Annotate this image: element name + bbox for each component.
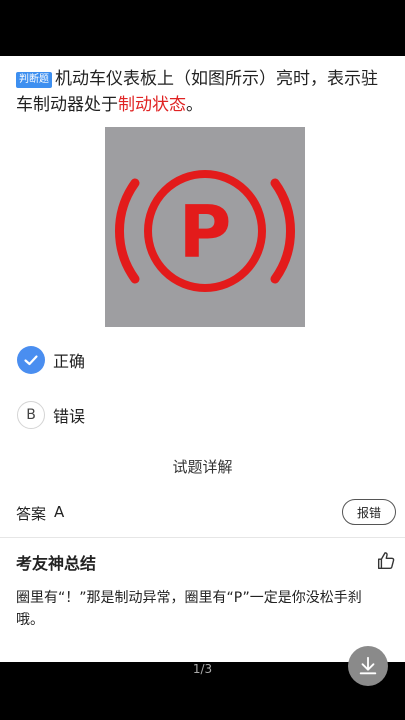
answer-value: A [54, 503, 65, 521]
option-a-label: 正确 [53, 352, 86, 371]
top-bar [0, 0, 405, 56]
question-highlight: 制动状态 [118, 95, 186, 115]
answer-label: 答案 [16, 505, 47, 523]
question-figure: P [105, 127, 305, 327]
question-text: 判断题 机动车仪表板上（如图所示）亮时，表示驻车制动器处于制动状态。 [16, 66, 392, 118]
question-stem-end: 。 [186, 95, 203, 115]
details-title: 试题详解 [172, 458, 233, 476]
option-b[interactable]: B 错误 [17, 400, 85, 430]
parking-brake-warning-icon: P [114, 170, 296, 292]
summary-text: 圈里有“！”那是制动异常，圈里有“P”一定是你没松手刹哦。 [16, 590, 362, 628]
page-indicator: 1/3 [192, 662, 213, 676]
report-error-button[interactable]: 报错 [342, 499, 396, 525]
summary-title: 考友神总结 [16, 554, 97, 573]
question-type-tag: 判断题 [16, 72, 52, 88]
thumbs-up-icon[interactable] [375, 550, 397, 572]
check-icon [17, 346, 45, 374]
answer-row: 答案 A 报错 [16, 499, 396, 527]
bottom-bar: 1/3 [0, 646, 405, 720]
option-b-letter: B [17, 401, 45, 429]
option-a[interactable]: 正确 [17, 345, 85, 375]
download-icon[interactable] [348, 646, 388, 686]
question-content: 判断题 机动车仪表板上（如图所示）亮时，表示驻车制动器处于制动状态。 P 正确 B… [0, 56, 405, 662]
option-b-label: 错误 [53, 407, 86, 426]
divider [0, 537, 405, 538]
figure-letter: P [179, 190, 232, 274]
